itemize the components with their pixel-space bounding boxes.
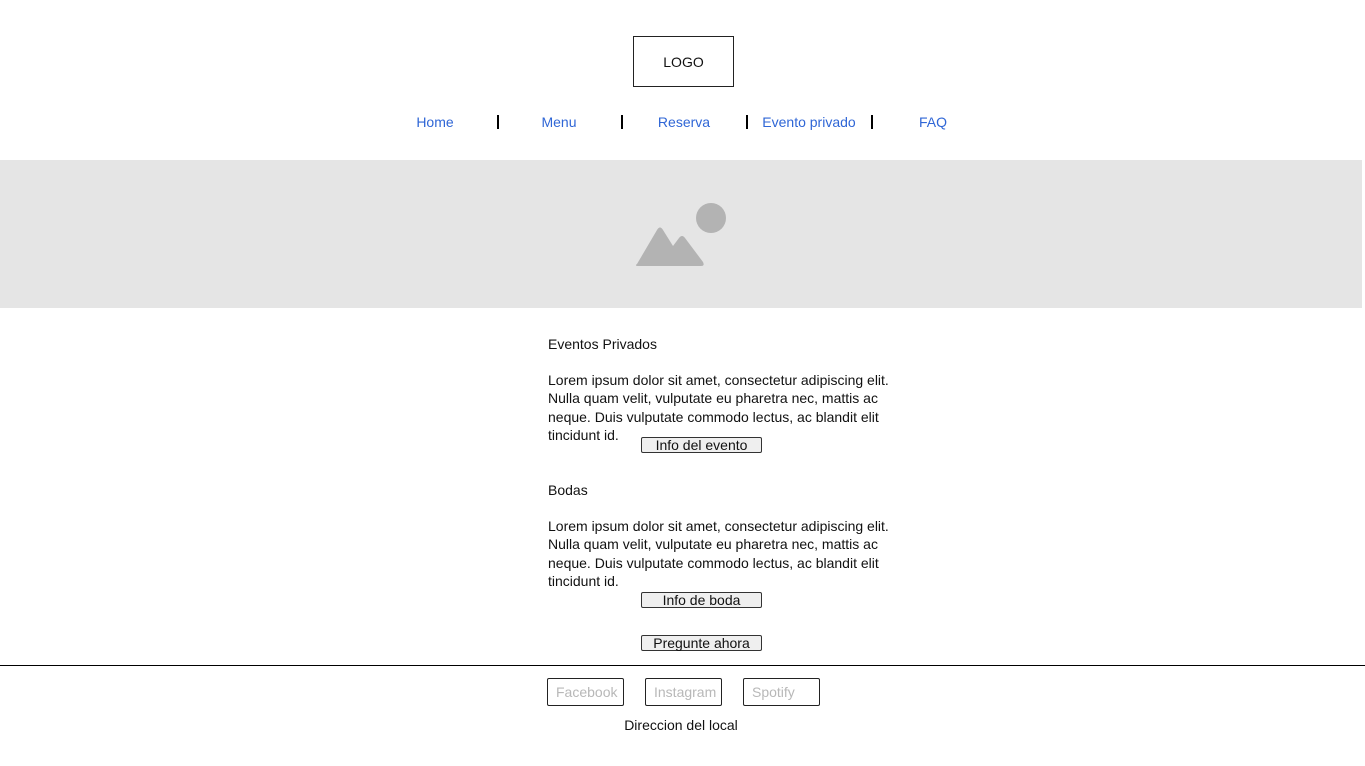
info-evento-button[interactable]: Info del evento — [641, 437, 762, 453]
facebook-button[interactable]: Facebook — [547, 678, 624, 706]
spotify-button[interactable]: Spotify — [743, 678, 820, 706]
nav-faq-link[interactable]: FAQ — [873, 112, 993, 132]
image-placeholder-icon — [635, 203, 726, 266]
nav-menu-link[interactable]: Menu — [499, 112, 619, 132]
section-title-eventos-privados: Eventos Privados — [548, 336, 657, 352]
nav-reserva-link[interactable]: Reserva — [624, 112, 744, 132]
logo[interactable]: LOGO — [633, 36, 734, 87]
footer-divider — [0, 665, 1365, 666]
section-text-eventos-privados: Lorem ipsum dolor sit amet, consectetur … — [548, 372, 889, 443]
pregunte-ahora-button[interactable]: Pregunte ahora — [641, 635, 762, 651]
section-text-bodas: Lorem ipsum dolor sit amet, consectetur … — [548, 518, 889, 589]
footer-address: Direccion del local — [624, 717, 738, 733]
nav-home-link[interactable]: Home — [375, 112, 495, 132]
nav-separator — [621, 115, 623, 129]
logo-text: LOGO — [663, 53, 704, 70]
page: LOGO Home Menu Reserva Evento privado FA… — [0, 0, 1365, 766]
instagram-button[interactable]: Instagram — [645, 678, 722, 706]
section-title-bodas: Bodas — [548, 482, 588, 498]
hero-image-placeholder — [0, 160, 1362, 308]
nav-evento-privado-link[interactable]: Evento privado — [749, 112, 869, 132]
nav-separator — [746, 115, 748, 129]
main-nav: Home Menu Reserva Evento privado FAQ — [0, 112, 1365, 134]
info-boda-button[interactable]: Info de boda — [641, 592, 762, 608]
